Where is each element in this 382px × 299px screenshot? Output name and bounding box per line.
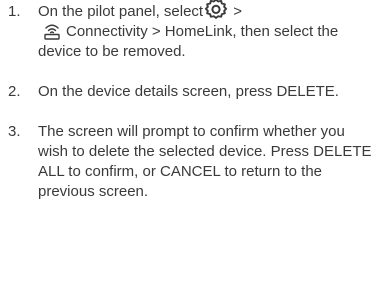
step-text: On the pilot panel, select > Connectivit… — [38, 0, 378, 62]
step-1: 1. On the pilot panel, select > Connecti… — [8, 0, 378, 62]
step-text-part: On the pilot panel, select — [38, 3, 204, 20]
step-text-part: Connectivity > HomeLink, then select the… — [38, 23, 339, 60]
step-number: 2. — [8, 83, 21, 100]
instruction-steps: 1. On the pilot panel, select > Connecti… — [8, 0, 378, 202]
step-text: On the device details screen, press DELE… — [38, 83, 339, 100]
step-2: 2. On the device details screen, press D… — [8, 82, 378, 102]
step-number: 1. — [8, 3, 21, 20]
step-3: 3. The screen will prompt to confirm whe… — [8, 122, 378, 202]
gear-icon — [203, 0, 229, 21]
step-text: The screen will prompt to confirm whethe… — [38, 123, 372, 200]
step-text-part: > — [229, 3, 243, 20]
step-number: 3. — [8, 123, 21, 140]
homelink-icon — [42, 22, 62, 40]
